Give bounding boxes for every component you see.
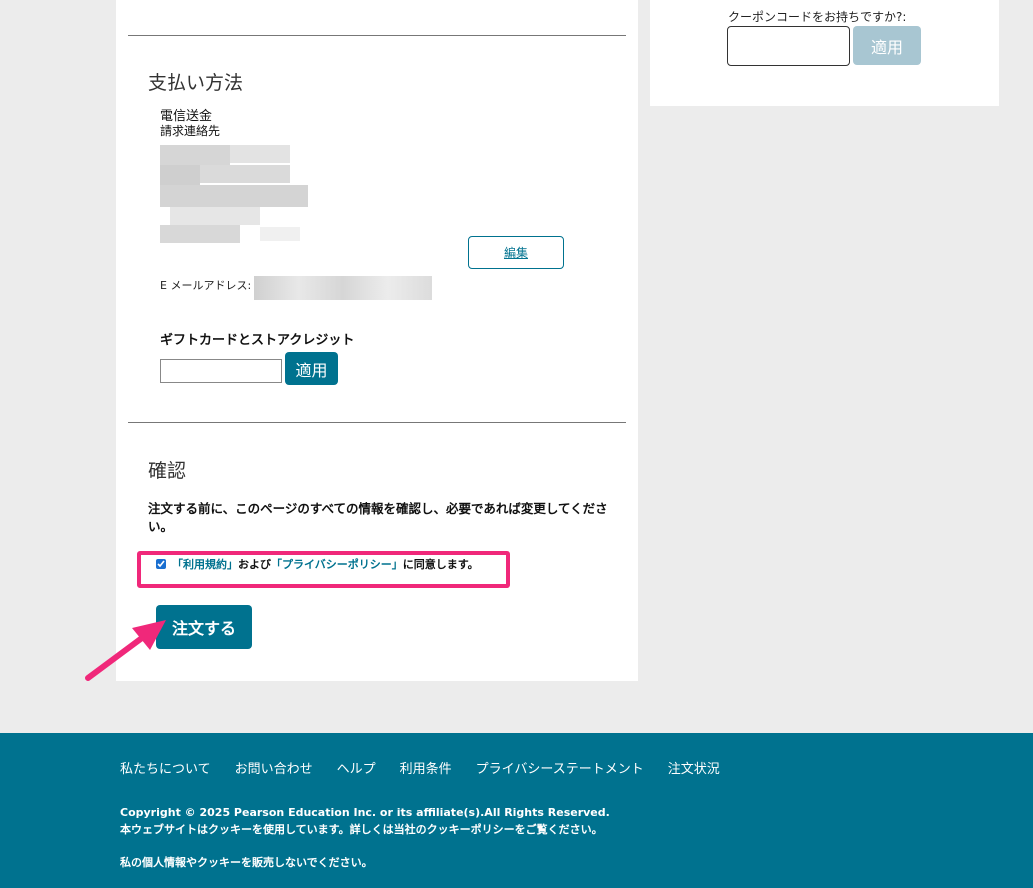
section-divider: [128, 35, 626, 36]
email-label: E メールアドレス:: [160, 279, 252, 292]
coupon-input[interactable]: [727, 26, 850, 66]
gift-card-title: ギフトカードとストアクレジット: [160, 333, 355, 348]
payment-section-title: 支払い方法: [148, 72, 244, 94]
agree-suffix: に同意します。: [402, 558, 479, 571]
section-divider: [128, 422, 626, 423]
footer-link-about[interactable]: 私たちについて: [120, 758, 211, 777]
cookie-notice[interactable]: 本ウェブサイトはクッキーを使用しています。詳しくは当社のクッキーポリシーをご覧く…: [120, 821, 610, 838]
footer-link-terms[interactable]: 利用条件: [400, 758, 452, 777]
coupon-label: クーポンコードをお持ちですか?:: [728, 10, 907, 24]
footer-copyright: Copyright © 2025 Pearson Education Inc. …: [120, 804, 610, 838]
footer-links: 私たちについて お問い合わせ ヘルプ 利用条件 プライバシーステートメント 注文…: [120, 758, 720, 777]
privacy-policy-link[interactable]: 「プライバシーポリシー」: [271, 558, 403, 571]
copyright-text: Copyright © 2025 Pearson Education Inc. …: [120, 806, 610, 819]
gift-card-apply-button[interactable]: 適用: [285, 352, 338, 385]
redacted-email: [254, 276, 432, 300]
footer-link-privacy[interactable]: プライバシーステートメント: [476, 758, 644, 777]
terms-agreement-row: 「利用規約」および「プライバシーポリシー」に同意します。: [156, 556, 479, 572]
footer-link-help[interactable]: ヘルプ: [337, 758, 376, 777]
terms-agreement-text: 「利用規約」および「プライバシーポリシー」に同意します。: [172, 556, 479, 572]
edit-billing-button[interactable]: 編集: [468, 236, 564, 269]
place-order-button[interactable]: 注文する: [156, 605, 252, 649]
coupon-apply-button[interactable]: 適用: [853, 26, 921, 65]
redacted-billing-address: [160, 145, 308, 245]
terms-link[interactable]: 「利用規約」: [172, 558, 238, 571]
footer-link-order-status[interactable]: 注文状況: [668, 758, 720, 777]
do-not-sell-link[interactable]: 私の個人情報やクッキーを販売しないでください。: [120, 854, 373, 870]
confirm-note: 注文する前に、このページのすべての情報を確認し、必要であれば変更してください。: [148, 501, 608, 534]
pointer-arrow-icon: [85, 620, 166, 681]
billing-contact-label: 請求連絡先: [160, 124, 221, 138]
and-text: および: [238, 558, 271, 571]
footer-link-contact[interactable]: お問い合わせ: [235, 758, 313, 777]
terms-agree-checkbox[interactable]: [156, 559, 166, 569]
site-footer: 私たちについて お問い合わせ ヘルプ 利用条件 プライバシーステートメント 注文…: [0, 733, 1033, 888]
confirm-section-title: 確認: [148, 460, 187, 482]
gift-card-input[interactable]: [160, 359, 282, 383]
